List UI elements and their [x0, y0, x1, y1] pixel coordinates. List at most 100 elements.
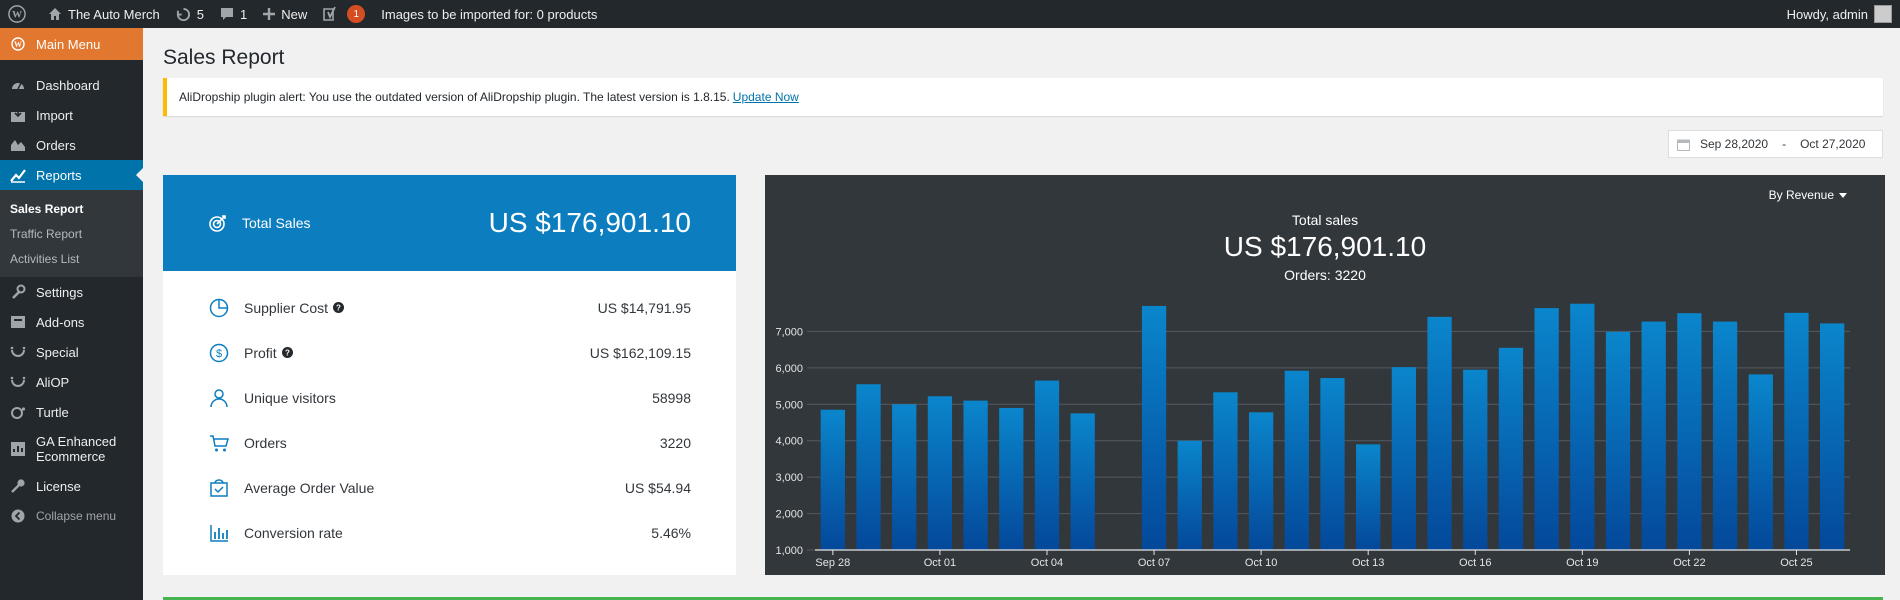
sidebar-item-special[interactable]: Special: [0, 337, 143, 367]
new-content-link[interactable]: New: [255, 0, 315, 28]
x-tick-label: Oct 25: [1780, 557, 1812, 569]
bar-oct-15[interactable]: [1427, 316, 1452, 550]
bag-check-icon: [208, 477, 230, 499]
sidebar-item-dashboard[interactable]: Dashboard: [0, 70, 143, 100]
sidebar-item-label: AliOP: [36, 374, 70, 390]
sidebar-item-turtle[interactable]: Turtle: [0, 397, 143, 427]
sidebar-item-label: Reports: [36, 167, 82, 183]
submenu-activities-list[interactable]: Activities List: [0, 246, 143, 271]
bar-oct-07[interactable]: [1141, 305, 1167, 550]
sidebar-item-label: Add-ons: [36, 314, 85, 330]
y-tick-label: 3,000: [775, 472, 803, 484]
y-tick-label: 7,000: [775, 326, 803, 338]
sidebar-item-ga-enhanced[interactable]: GA Enhanced Ecommerce: [0, 427, 143, 471]
bar-oct-01[interactable]: [927, 396, 953, 550]
x-tick-label: Oct 04: [1031, 557, 1063, 569]
x-tick-label: Oct 13: [1352, 557, 1384, 569]
main-menu[interactable]: W Main Menu: [0, 28, 143, 60]
sidebar-item-license[interactable]: License: [0, 471, 143, 501]
howdy-text: Howdy, admin: [1786, 6, 1868, 22]
updates-count: 5: [196, 6, 205, 22]
chart-total-value: US $176,901.10: [1223, 231, 1427, 262]
bar-oct-10[interactable]: [1248, 412, 1274, 550]
y-tick-label: 2,000: [775, 509, 803, 521]
bar-oct-16[interactable]: [1463, 369, 1488, 550]
sidebar-item-reports[interactable]: Reports: [0, 160, 143, 190]
metric-unique-visitors: Unique visitors 58998: [163, 375, 736, 420]
sidebar-item-import[interactable]: Import: [0, 100, 143, 130]
date-to[interactable]: Oct 27,2020: [1800, 137, 1865, 151]
import-icon: [8, 105, 28, 125]
date-from[interactable]: Sep 28,2020: [1700, 137, 1768, 151]
bar-oct-20[interactable]: [1605, 331, 1631, 550]
collapse-menu-button[interactable]: Collapse menu: [0, 501, 143, 531]
sidebar-item-addons[interactable]: Add-ons: [0, 307, 143, 337]
by-revenue-dropdown[interactable]: By Revenue: [1769, 188, 1847, 202]
bar-oct-14[interactable]: [1391, 367, 1417, 550]
wordpress-logo-icon[interactable]: W: [0, 0, 40, 28]
metric-value: US $54.94: [624, 479, 691, 496]
chart-orders-count: Orders: 3220: [1284, 267, 1366, 283]
sidebar-item-label: Special: [36, 344, 79, 360]
sidebar-item-orders[interactable]: Orders: [0, 130, 143, 160]
bar-oct-03[interactable]: [999, 407, 1024, 550]
pie-chart-icon: [208, 297, 230, 319]
x-tick-label: Oct 19: [1566, 557, 1598, 569]
bar-sep-30[interactable]: [892, 404, 917, 550]
bar-sep-29[interactable]: [856, 384, 881, 550]
bar-oct-17[interactable]: [1498, 347, 1524, 550]
import-notice-text: Images to be imported for: 0 products: [381, 6, 598, 22]
calendar-icon: [1677, 139, 1690, 151]
help-icon[interactable]: ?: [333, 302, 345, 313]
bar-oct-19[interactable]: [1570, 303, 1595, 550]
updates-link[interactable]: 5: [168, 0, 212, 28]
x-tick-label: Oct 07: [1138, 557, 1170, 569]
wrench-icon: [8, 282, 28, 302]
svg-text:$: $: [216, 348, 222, 360]
site-name-link[interactable]: The Auto Merch: [40, 0, 168, 28]
bar-chart-icon: [208, 522, 230, 544]
bar-oct-11[interactable]: [1284, 370, 1309, 550]
main-content: Sales Report AliDropship plugin alert: Y…: [143, 28, 1900, 600]
bar-oct-05[interactable]: [1070, 413, 1095, 550]
bar-oct-22[interactable]: [1677, 313, 1702, 550]
bar-oct-18[interactable]: [1534, 308, 1559, 550]
metric-value: 5.46%: [651, 524, 691, 541]
metric-supplier-cost: Supplier Cost ? US $14,791.95: [163, 285, 736, 330]
submenu-traffic-report[interactable]: Traffic Report: [0, 221, 143, 246]
sidebar-item-label: Settings: [36, 284, 83, 300]
sidebar-item-aliop[interactable]: AliOP: [0, 367, 143, 397]
user-icon: [208, 387, 230, 409]
bar-oct-21[interactable]: [1641, 321, 1666, 550]
yoast-link[interactable]: 1: [315, 0, 373, 28]
bar-oct-23[interactable]: [1712, 321, 1738, 550]
bar-oct-25[interactable]: [1784, 312, 1809, 550]
import-notice[interactable]: Images to be imported for: 0 products: [373, 0, 605, 28]
my-account[interactable]: Howdy, admin: [1787, 5, 1900, 23]
bar-oct-13[interactable]: [1356, 444, 1381, 550]
metric-orders: Orders 3220: [163, 420, 736, 465]
x-tick-label: Oct 01: [924, 557, 956, 569]
update-now-link[interactable]: Update Now: [733, 90, 799, 104]
y-tick-label: 1,000: [775, 545, 803, 557]
metric-label: Unique visitors: [244, 389, 336, 406]
bar-oct-24[interactable]: [1748, 374, 1773, 550]
bar-oct-02[interactable]: [963, 400, 988, 550]
yoast-badge: 1: [347, 5, 366, 23]
bar-oct-04[interactable]: [1034, 380, 1060, 550]
help-icon[interactable]: ?: [281, 347, 293, 358]
svg-text:?: ?: [336, 304, 341, 313]
bar-oct-08[interactable]: [1177, 440, 1202, 550]
bar-oct-26[interactable]: [1820, 323, 1845, 550]
metric-label: Profit: [244, 344, 277, 361]
comments-link[interactable]: 1: [212, 0, 255, 28]
updates-icon: [176, 7, 190, 21]
sidebar-item-settings[interactable]: Settings: [0, 277, 143, 307]
bar-oct-09[interactable]: [1213, 392, 1238, 550]
bar-sep-28[interactable]: [820, 409, 845, 550]
bar-oct-12[interactable]: [1320, 378, 1345, 550]
submenu-sales-report[interactable]: Sales Report: [0, 196, 143, 221]
date-range-picker[interactable]: Sep 28,2020 - Oct 27,2020: [1668, 130, 1883, 158]
metric-value: US $14,791.95: [597, 299, 691, 316]
dollar-icon: $: [208, 342, 230, 364]
